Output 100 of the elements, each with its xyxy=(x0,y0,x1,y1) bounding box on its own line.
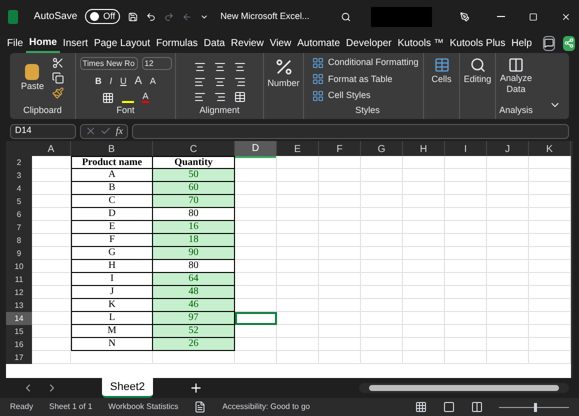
grid-cell[interactable] xyxy=(487,325,529,338)
ribbon-tab[interactable]: Review xyxy=(228,33,267,53)
grid-cell[interactable] xyxy=(487,221,529,234)
row-header[interactable]: 10 xyxy=(6,260,32,273)
row-header[interactable]: 11 xyxy=(6,273,32,286)
paste-button[interactable]: Paste xyxy=(20,64,44,93)
grid-cell[interactable] xyxy=(445,195,487,208)
styles-menu-item[interactable]: Cell Styles xyxy=(312,89,423,102)
grid-cell[interactable] xyxy=(32,208,71,221)
horizontal-scrollbar[interactable] xyxy=(359,383,569,393)
ribbon-tab[interactable]: Help xyxy=(508,33,535,53)
ribbon-tab[interactable]: Data xyxy=(200,33,228,53)
grid-cell[interactable] xyxy=(319,325,361,338)
row-header[interactable]: 12 xyxy=(6,286,32,299)
ribbon-tab[interactable]: Developer xyxy=(343,33,395,53)
grid-cell[interactable] xyxy=(361,325,403,338)
grid-cell[interactable] xyxy=(487,156,529,169)
column-header[interactable]: G xyxy=(361,141,403,158)
grid-cell[interactable] xyxy=(235,325,277,338)
row-header[interactable]: 13 xyxy=(6,299,32,312)
grid-cell[interactable] xyxy=(361,299,403,312)
name-box[interactable]: D14 xyxy=(10,124,76,138)
column-header[interactable]: I xyxy=(445,141,487,158)
grid-cell[interactable] xyxy=(361,221,403,234)
grid-cell[interactable] xyxy=(32,169,71,182)
grid-cell[interactable] xyxy=(319,260,361,273)
row-header[interactable]: 7 xyxy=(6,221,32,234)
grid-cell[interactable] xyxy=(32,286,71,299)
bold-button[interactable]: B xyxy=(95,74,102,88)
row-header[interactable]: 6 xyxy=(6,208,32,221)
grid-cell[interactable] xyxy=(319,286,361,299)
grid-cell[interactable] xyxy=(32,221,71,234)
grid-cell[interactable] xyxy=(445,234,487,247)
grid-cell[interactable] xyxy=(487,286,529,299)
grid-cell[interactable] xyxy=(487,234,529,247)
grid-cell[interactable] xyxy=(487,273,529,286)
grid-cell[interactable] xyxy=(361,312,403,325)
styles-menu-item[interactable]: Conditional Formatting xyxy=(312,56,423,70)
sheet-tab[interactable]: Sheet2 xyxy=(102,378,153,398)
cells-button[interactable]: Cells xyxy=(424,53,460,119)
grid-cell[interactable] xyxy=(32,195,71,208)
grid-cell[interactable] xyxy=(319,182,361,195)
grid-cell[interactable] xyxy=(445,260,487,273)
grid-cell[interactable] xyxy=(277,351,319,364)
grid-cell[interactable] xyxy=(487,247,529,260)
comments-button[interactable] xyxy=(542,36,555,50)
grid-cell[interactable] xyxy=(361,286,403,299)
grid-cell[interactable] xyxy=(71,351,153,364)
grid-cell[interactable] xyxy=(235,234,277,247)
shrink-font-button[interactable]: A xyxy=(150,74,156,88)
grid-cell[interactable] xyxy=(319,221,361,234)
grid-cell[interactable] xyxy=(361,208,403,221)
grid-cell[interactable] xyxy=(487,182,529,195)
grid-cell[interactable] xyxy=(319,299,361,312)
grid-cell[interactable] xyxy=(403,169,445,182)
number-button[interactable]: Number xyxy=(264,53,304,119)
grid-cell[interactable] xyxy=(277,260,319,273)
grid-cell[interactable] xyxy=(361,156,403,169)
selected-cell[interactable] xyxy=(235,312,277,325)
grid-cell[interactable] xyxy=(277,286,319,299)
grid-cell[interactable] xyxy=(277,273,319,286)
grid-cell[interactable] xyxy=(319,312,361,325)
grid-cell[interactable] xyxy=(403,312,445,325)
grid-cell[interactable] xyxy=(319,156,361,169)
grid-cell[interactable] xyxy=(277,169,319,182)
grid-cell[interactable] xyxy=(487,299,529,312)
grid-cell[interactable] xyxy=(403,182,445,195)
grid-cell[interactable] xyxy=(32,260,71,273)
row-header[interactable]: 15 xyxy=(6,325,32,338)
grid-cell[interactable] xyxy=(403,325,445,338)
grid-cell[interactable] xyxy=(319,338,361,351)
grid-cell[interactable] xyxy=(235,286,277,299)
grid-cell[interactable] xyxy=(403,247,445,260)
ribbon-tab[interactable]: Page Layout xyxy=(90,33,154,53)
grid-cell[interactable] xyxy=(487,338,529,351)
grid-cell[interactable] xyxy=(277,234,319,247)
grid-cell[interactable] xyxy=(32,312,71,325)
grid-cell[interactable] xyxy=(235,208,277,221)
row-header[interactable]: 3 xyxy=(6,169,32,182)
grid-cell[interactable] xyxy=(487,169,529,182)
grid-cell[interactable] xyxy=(277,221,319,234)
grid-cell[interactable] xyxy=(319,234,361,247)
ribbon-tab[interactable]: Automate xyxy=(294,33,344,53)
grid-cell[interactable] xyxy=(403,286,445,299)
grid-cell[interactable] xyxy=(487,195,529,208)
ribbon-tab[interactable]: Formulas xyxy=(153,33,201,53)
italic-button[interactable]: I xyxy=(110,74,112,88)
font-name-dropdown[interactable]: Times New Ro xyxy=(80,57,138,70)
column-header[interactable]: B xyxy=(71,141,153,158)
grid-cell[interactable] xyxy=(277,156,319,169)
grid-cell[interactable] xyxy=(361,273,403,286)
grid-cell[interactable] xyxy=(445,299,487,312)
grid-cell[interactable] xyxy=(361,260,403,273)
grid-cell[interactable] xyxy=(361,169,403,182)
grid-cell[interactable] xyxy=(235,273,277,286)
ribbon-tab[interactable]: View xyxy=(266,33,294,53)
grid-cell[interactable] xyxy=(445,182,487,195)
grid-cell[interactable] xyxy=(361,351,403,364)
grid-cell[interactable] xyxy=(32,247,71,260)
grid-cell[interactable] xyxy=(445,169,487,182)
